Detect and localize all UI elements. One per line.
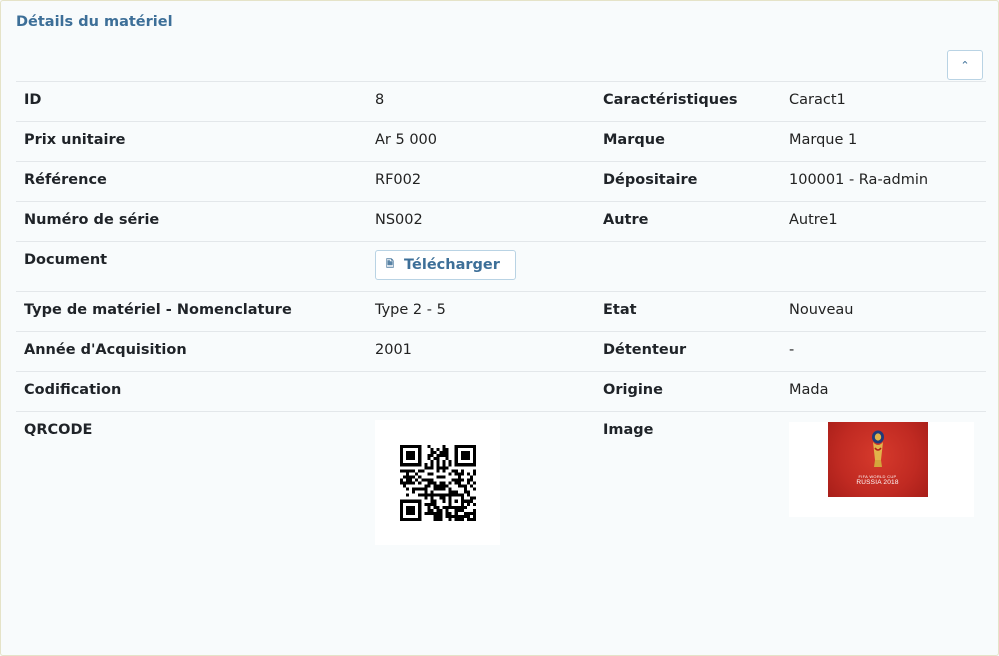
- empty-cell: [781, 241, 986, 292]
- table-row: Année d'Acquisition 2001 Détenteur -: [16, 331, 986, 372]
- label-codification: Codification: [16, 371, 367, 412]
- value-reference: RF002: [367, 161, 595, 202]
- label-marque: Marque: [595, 121, 781, 162]
- value-qrcode: [367, 411, 595, 552]
- table-row: Prix unitaire Ar 5 000 Marque Marque 1: [16, 121, 986, 162]
- label-numero-serie: Numéro de série: [16, 201, 367, 242]
- label-annee-acquisition: Année d'Acquisition: [16, 331, 367, 372]
- label-id: ID: [16, 81, 367, 122]
- value-type-materiel: Type 2 - 5: [367, 291, 595, 332]
- value-prix-unitaire: Ar 5 000: [367, 121, 595, 162]
- label-type-materiel: Type de matériel - Nomenclature: [16, 291, 367, 332]
- value-detenteur: -: [781, 331, 986, 372]
- value-caracteristiques: Caract1: [781, 81, 986, 122]
- empty-cell: [595, 241, 781, 292]
- table-row: ID 8 Caractéristiques Caract1: [16, 81, 986, 122]
- table-row: Codification Origine Mada: [16, 371, 986, 412]
- value-numero-serie: NS002: [367, 201, 595, 242]
- table-row: QRCODE Image FIFA WORLD CUP RUSSIA 2018: [16, 411, 986, 552]
- value-id: 8: [367, 81, 595, 122]
- value-image: FIFA WORLD CUP RUSSIA 2018: [781, 411, 986, 552]
- image-thumbnail[interactable]: FIFA WORLD CUP RUSSIA 2018: [789, 422, 974, 517]
- file-icon: 🗎: [386, 258, 395, 270]
- table-row: Référence RF002 Dépositaire 100001 - Ra-…: [16, 161, 986, 202]
- table-row: Document 🗎 Télécharger: [16, 241, 986, 292]
- world-cup-image: FIFA WORLD CUP RUSSIA 2018: [827, 422, 928, 497]
- qr-code: [375, 420, 500, 545]
- label-prix-unitaire: Prix unitaire: [16, 121, 367, 162]
- label-autre: Autre: [595, 201, 781, 242]
- label-image: Image: [595, 411, 781, 552]
- panel-title: Détails du matériel: [16, 14, 173, 30]
- details-panel: Détails du matériel ⌃ ID 8 Caractéristiq…: [0, 0, 999, 656]
- value-depositaire: 100001 - Ra-admin: [781, 161, 986, 202]
- image-caption: RUSSIA 2018: [856, 479, 899, 486]
- value-document: 🗎 Télécharger: [367, 241, 595, 292]
- label-reference: Référence: [16, 161, 367, 202]
- value-marque: Marque 1: [781, 121, 986, 162]
- collapse-button[interactable]: ⌃: [947, 50, 983, 80]
- label-etat: Etat: [595, 291, 781, 332]
- qr-code-image: [399, 444, 476, 521]
- download-button-label: Télécharger: [404, 257, 500, 273]
- download-button[interactable]: 🗎 Télécharger: [375, 250, 516, 280]
- value-etat: Nouveau: [781, 291, 986, 332]
- label-caracteristiques: Caractéristiques: [595, 81, 781, 122]
- value-annee-acquisition: 2001: [367, 331, 595, 372]
- trophy-emblem: [871, 430, 884, 467]
- label-detenteur: Détenteur: [595, 331, 781, 372]
- label-qrcode: QRCODE: [16, 411, 367, 552]
- value-autre: Autre1: [781, 201, 986, 242]
- label-document: Document: [16, 241, 367, 292]
- label-origine: Origine: [595, 371, 781, 412]
- value-codification: [367, 371, 595, 412]
- chevron-up-icon: ⌃: [960, 58, 970, 72]
- details-table: ID 8 Caractéristiques Caract1 Prix unita…: [16, 81, 986, 552]
- label-depositaire: Dépositaire: [595, 161, 781, 202]
- value-origine: Mada: [781, 371, 986, 412]
- table-row: Type de matériel - Nomenclature Type 2 -…: [16, 291, 986, 332]
- table-row: Numéro de série NS002 Autre Autre1: [16, 201, 986, 242]
